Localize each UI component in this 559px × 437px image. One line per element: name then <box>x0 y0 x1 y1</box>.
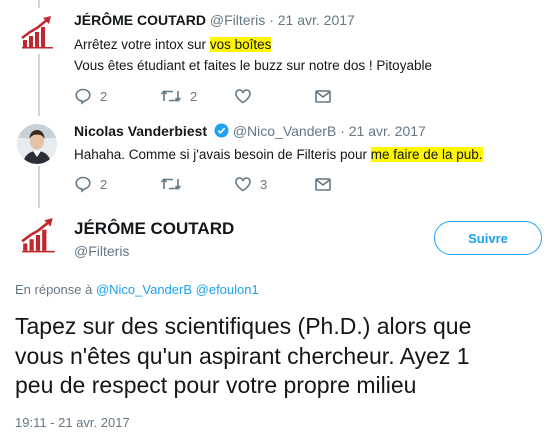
highlighted-text: me faire de la pub. <box>370 147 483 162</box>
author-handle[interactable]: @Filteris <box>210 12 265 28</box>
filteris-logo <box>21 218 55 253</box>
follow-button[interactable]: Suivre <box>434 221 542 255</box>
tweet-text: Arrêtez votre intox sur vos boîtes Vous … <box>74 34 432 76</box>
retweet-count: 2 <box>190 88 198 104</box>
reply-button[interactable]: 2 <box>74 86 107 106</box>
thread-connector-line <box>38 166 40 208</box>
tweet-date[interactable]: 21 avr. 2017 <box>349 123 426 139</box>
tweet-actions: 2 3 <box>74 174 344 194</box>
like-icon <box>235 89 251 104</box>
author-handle[interactable]: @Nico_VanderB <box>233 123 336 139</box>
message-button[interactable] <box>314 86 332 106</box>
message-button[interactable] <box>314 174 332 194</box>
tweet-text-line: Hahaha. Comme si j'avais besoin de Filte… <box>74 147 371 162</box>
reply-context: En réponse à @Nico_VanderB @efoulon1 <box>15 282 259 297</box>
like-button[interactable]: 3 <box>234 174 267 194</box>
verified-icon <box>214 123 229 138</box>
tweet-header: JÉRÔME COUTARD @Filteris · 21 avr. 2017 <box>74 12 355 28</box>
separator-dot: · <box>340 123 345 139</box>
retweet-icon <box>160 178 182 190</box>
main-tweet-line: vous n'êtes qu'un aspirant chercheur. Ay… <box>15 342 470 369</box>
highlighted-text: vos boîtes <box>209 37 272 52</box>
retweet-button[interactable] <box>160 174 190 194</box>
message-icon <box>315 178 331 191</box>
separator-dot: · <box>269 12 274 28</box>
main-tweet-line: Tapez sur des scientifiques (Ph.D.) alor… <box>15 313 472 339</box>
mention-link[interactable]: @efoulon1 <box>196 282 259 297</box>
like-count: 3 <box>260 176 268 192</box>
filteris-logo <box>21 16 53 49</box>
tweet-text-line: Vous êtes étudiant et faites le buzz sur… <box>74 58 432 73</box>
profile-photo <box>17 124 57 164</box>
message-icon <box>315 90 331 103</box>
tweet-text: Hahaha. Comme si j'avais besoin de Filte… <box>74 144 483 165</box>
thread-connector-line <box>38 54 40 116</box>
main-author-handle[interactable]: @Filteris <box>74 243 129 259</box>
main-tweet-line: peu de respect pour votre propre milieu <box>15 372 417 398</box>
tweet-actions: 2 2 <box>74 86 344 106</box>
reply-button[interactable]: 2 <box>74 174 107 194</box>
retweet-icon <box>160 90 182 102</box>
like-button[interactable] <box>234 86 260 106</box>
like-icon <box>235 177 251 192</box>
reply-count: 2 <box>100 88 108 104</box>
tweet-date[interactable]: 21 avr. 2017 <box>278 12 355 28</box>
tweet-header: Nicolas Vanderbiest @Nico_VanderB · 21 a… <box>74 123 426 139</box>
retweet-button[interactable]: 2 <box>160 86 197 106</box>
reply-prefix: En réponse à <box>15 282 96 297</box>
reply-count: 2 <box>100 176 108 192</box>
author-name[interactable]: JÉRÔME COUTARD <box>74 12 206 28</box>
reply-icon <box>75 176 91 193</box>
filteris-avatar[interactable] <box>20 216 58 254</box>
nicolas-avatar[interactable] <box>17 124 57 164</box>
main-tweet-text: Tapez sur des scientifiques (Ph.D.) alor… <box>15 312 555 401</box>
filteris-avatar[interactable] <box>20 14 56 50</box>
main-author-name[interactable]: JÉRÔME COUTARD <box>74 219 234 239</box>
author-name[interactable]: Nicolas Vanderbiest <box>74 123 207 139</box>
tweet-timestamp[interactable]: 19:11 - 21 avr. 2017 <box>15 415 130 430</box>
thread-connector-line <box>38 0 40 8</box>
tweet-text-line: Arrêtez votre intox sur <box>74 37 210 52</box>
reply-icon <box>75 88 91 105</box>
mention-link[interactable]: @Nico_VanderB <box>96 282 192 297</box>
